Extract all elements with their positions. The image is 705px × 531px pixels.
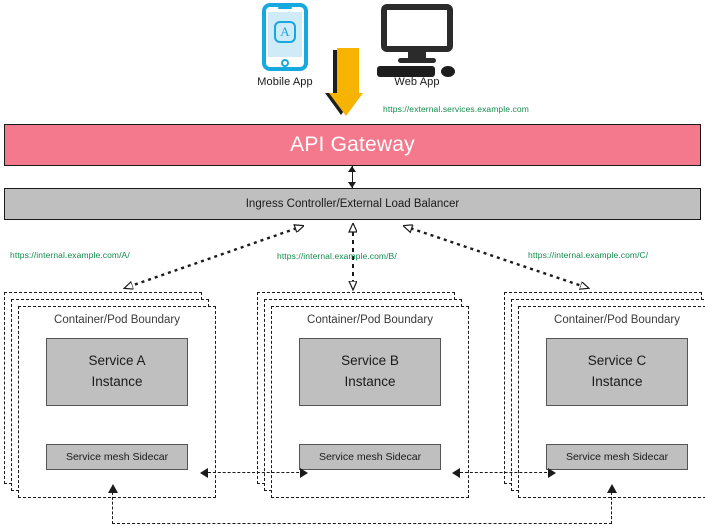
pod-boundary-label: Container/Pod Boundary <box>554 314 680 326</box>
mobile-app-label: Mobile App <box>257 76 313 88</box>
ingress-controller-box[interactable]: Ingress Controller/External Load Balance… <box>4 188 701 220</box>
service-name: Service C <box>587 353 647 369</box>
api-gateway-label: API Gateway <box>290 133 415 156</box>
service-instance-box[interactable]: Service C Instance <box>546 338 688 406</box>
api-gateway-box[interactable]: API Gateway <box>4 124 701 166</box>
service-name: Service B <box>341 353 399 369</box>
service-instance-box[interactable]: Service A Instance <box>46 338 188 406</box>
external-service-url: https://external.services.example.com <box>383 104 529 114</box>
service-suffix: Instance <box>344 374 396 389</box>
web-app-label: Web App <box>394 76 440 88</box>
sidecar-box[interactable]: Service mesh Sidecar <box>299 444 441 470</box>
pod-boundary-label: Container/Pod Boundary <box>54 314 180 326</box>
pod-a-stack[interactable]: Container/Pod Boundary Service A Instanc… <box>4 292 216 504</box>
route-url-b: https://internal.example.com/B/ <box>277 251 397 261</box>
service-instance-box[interactable]: Service B Instance <box>299 338 441 406</box>
sidecar-box[interactable]: Service mesh Sidecar <box>46 444 188 470</box>
service-suffix: Instance <box>91 374 143 389</box>
sidecar-label: Service mesh Sidecar <box>565 451 669 463</box>
sidecar-label: Service mesh Sidecar <box>318 451 422 463</box>
route-url-c: https://internal.example.com/C/ <box>528 250 649 260</box>
sidecar-box[interactable]: Service mesh Sidecar <box>546 444 688 470</box>
ingress-controller-label: Ingress Controller/External Load Balance… <box>245 198 460 210</box>
route-url-a: https://internal.example.com/A/ <box>10 250 130 260</box>
service-name: Service A <box>88 353 146 369</box>
app-glyph: A <box>274 21 296 43</box>
pod-boundary-label: Container/Pod Boundary <box>307 314 433 326</box>
sidecar-label: Service mesh Sidecar <box>65 451 169 463</box>
service-suffix: Instance <box>591 374 643 389</box>
diagram-canvas: A Mobile App Web App https://external.se… <box>0 0 705 531</box>
